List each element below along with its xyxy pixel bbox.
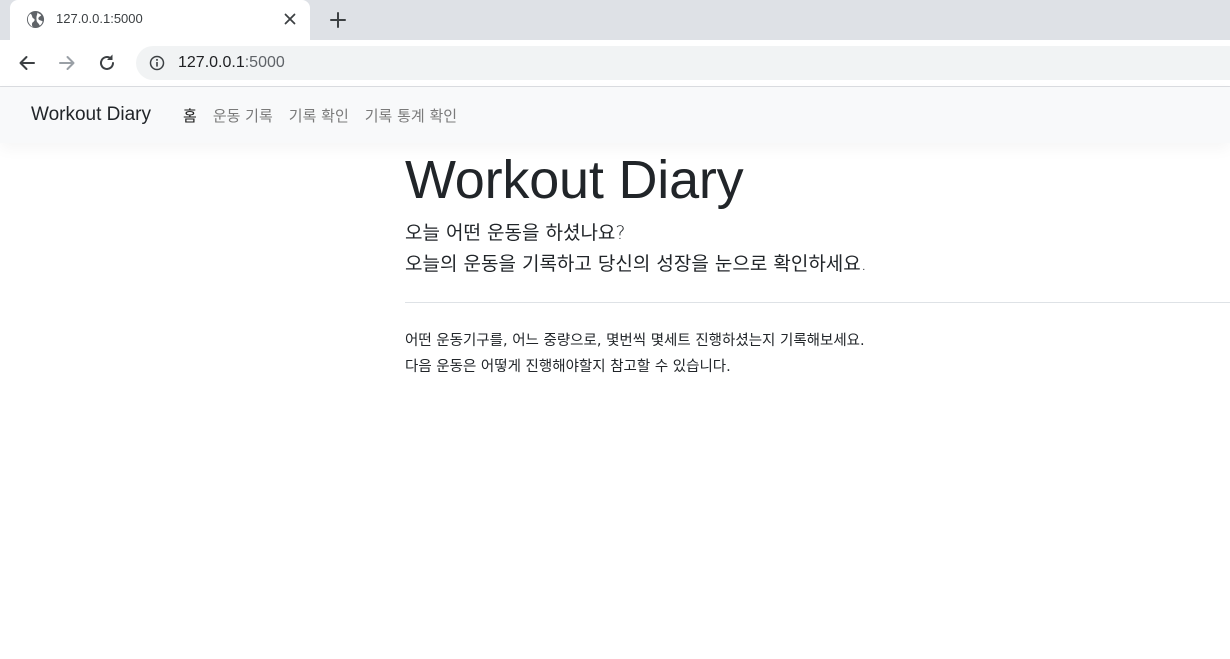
plus-icon[interactable] [327,9,349,31]
globe-icon [26,10,45,29]
browser-toolbar: 127.0.0.1:5000 [0,40,1230,87]
navbar-brand[interactable]: Workout Diary [31,104,151,126]
reload-icon[interactable] [96,52,118,74]
arrow-right-icon[interactable] [56,52,78,74]
hero-lead-line: 오늘 어떤 운동을 하셨나요? [405,222,626,244]
arrow-left-icon[interactable] [16,52,38,74]
site-navbar: Workout Diary 홈 운동 기록 기록 확인 기록 통계 확인 [0,87,1230,143]
hero-lead-line: 오늘의 운동을 기록하고 당신의 성장을 눈으로 확인하세요. [405,253,867,275]
nav-link-home[interactable]: 홈 [183,105,197,126]
hero-description: 어떤 운동기구를, 어느 중량으로, 몇번씩 몇세트 진행하셨는지 기록해보세요… [405,328,1230,380]
browser-tab[interactable]: 127.0.0.1:5000 [10,0,310,40]
nav-links: 홈 운동 기록 기록 확인 기록 통계 확인 [183,105,457,126]
hero-lead: 오늘 어떤 운동을 하셨나요? 오늘의 운동을 기록하고 당신의 성장을 눈으로… [405,218,1230,280]
close-icon[interactable] [282,11,298,27]
address-bar[interactable]: 127.0.0.1:5000 [136,46,1230,80]
nav-link-record-statistics[interactable]: 기록 통계 확인 [365,105,457,126]
url-host: 127.0.0.1 [178,54,245,71]
nav-link-view-records[interactable]: 기록 확인 [289,105,349,126]
hero-title: Workout Diary [405,150,744,210]
hero-section: Workout Diary 오늘 어떤 운동을 하셨나요? 오늘의 운동을 기록… [405,148,1230,380]
browser-tabstrip: 127.0.0.1:5000 [0,0,1230,40]
info-icon[interactable] [149,55,165,71]
hero-description-line: 어떤 운동기구를, 어느 중량으로, 몇번씩 몇세트 진행하셨는지 기록해보세요… [405,333,865,349]
hero-description-line: 다음 운동은 어떻게 진행해야할지 참고할 수 있습니다. [405,359,731,375]
tab-title: 127.0.0.1:5000 [56,11,143,26]
url-port: :5000 [244,54,285,71]
url-text: 127.0.0.1:5000 [178,54,285,72]
hero-divider [405,302,1230,303]
nav-link-record-workout[interactable]: 운동 기록 [213,105,273,126]
